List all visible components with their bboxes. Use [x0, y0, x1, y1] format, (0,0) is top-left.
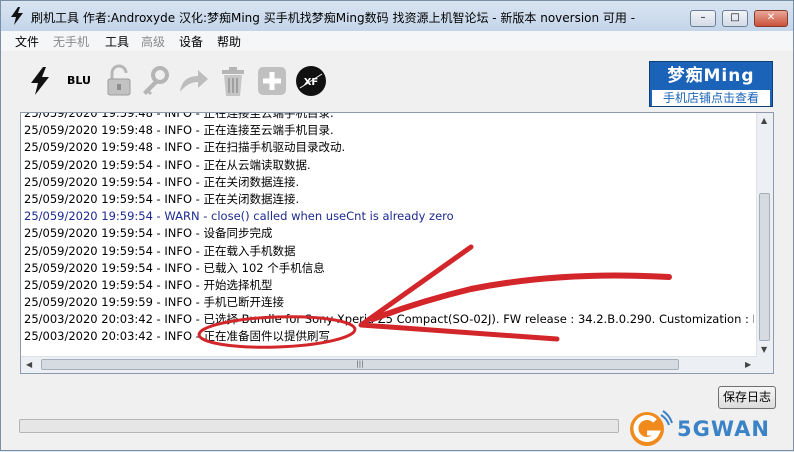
unlock-icon: [107, 64, 131, 96]
log-line: 25/003/2020 20:03:42 - INFO - 正在准备固件以提供刷…: [24, 329, 330, 344]
minimize-icon: –: [700, 12, 706, 23]
svg-text:XF: XF: [304, 77, 319, 88]
close-button[interactable]: ✕: [754, 10, 788, 27]
log-line: 25/059/2020 19:59:54 - INFO - 设备同步完成: [24, 226, 273, 241]
log-line: 25/059/2020 19:59:54 - INFO - 开始选择机型: [24, 277, 273, 292]
xperia-button[interactable]: XF: [294, 64, 328, 98]
flash-icon: [31, 67, 49, 95]
menu-bar: 文件 无手机 工具 高级 设备 帮助: [1, 31, 793, 51]
horizontal-scrollbar[interactable]: ◀ ||| ▶: [21, 356, 757, 373]
save-log-button[interactable]: 保存日志: [718, 386, 776, 409]
blu-button[interactable]: BLU: [67, 74, 91, 87]
vertical-scrollbar[interactable]: ▲ ▼: [756, 113, 773, 357]
menu-no-device[interactable]: 无手机: [53, 33, 89, 50]
xperia-icon: XF: [296, 66, 326, 96]
log-list: 25/059/2020 19:59:48 - INFO - 正在连接至云端手机目…: [24, 112, 754, 346]
log-line: 25/059/2020 19:59:59 - INFO - 手机已断开连接: [24, 295, 284, 310]
watermark-text: 5GWAN: [677, 417, 770, 441]
site-watermark: 5GWAN: [625, 409, 794, 449]
progress-bar: [19, 419, 619, 433]
log-line: 25/003/2020 20:03:42 - INFO - 已选择 Bundle…: [24, 312, 754, 327]
redo-button[interactable]: [176, 64, 210, 98]
menu-file[interactable]: 文件: [15, 33, 39, 50]
scroll-left-icon[interactable]: ◀: [26, 360, 32, 369]
scroll-corner: [757, 357, 773, 373]
log-panel[interactable]: 25/059/2020 19:59:48 - INFO - 正在连接至云端手机目…: [20, 112, 774, 374]
watermark-logo-icon: [630, 410, 673, 446]
log-line: 25/059/2020 19:59:54 - INFO - 正在关闭数据连接.: [24, 191, 300, 206]
scroll-right-icon[interactable]: ▶: [745, 360, 751, 369]
log-line: 25/059/2020 19:59:48 - INFO - 正在连接至云端手机目…: [24, 123, 334, 138]
menu-help[interactable]: 帮助: [217, 33, 241, 50]
maximize-button[interactable]: □: [722, 10, 748, 27]
minimize-button[interactable]: –: [690, 10, 716, 27]
log-line: 25/059/2020 19:59:54 - INFO - 正在从云端读取数据.: [24, 157, 311, 172]
shop-banner[interactable]: 梦痴Ming 手机店铺点击查看: [649, 61, 773, 107]
menu-tools[interactable]: 工具: [105, 33, 129, 50]
trash-icon: [222, 67, 244, 96]
log-line: 25/059/2020 19:59:48 - INFO - 正在扫描手机驱动目录…: [24, 140, 346, 155]
unlock-button[interactable]: [102, 64, 136, 98]
close-icon: ✕: [766, 12, 776, 23]
maximize-icon: □: [730, 12, 740, 23]
trash-button[interactable]: [216, 64, 250, 98]
lightning-icon: [11, 7, 23, 25]
banner-title: 梦痴Ming: [667, 66, 755, 86]
key-button[interactable]: [138, 64, 172, 98]
title-bar[interactable]: 刷机工具 作者:Androxyde 汉化:梦痴Ming 买手机找梦痴Ming数码…: [1, 1, 793, 32]
menu-advanced[interactable]: 高级: [141, 33, 165, 50]
vertical-scroll-thumb[interactable]: [759, 193, 770, 341]
flash-button[interactable]: [23, 64, 57, 98]
window-title: 刷机工具 作者:Androxyde 汉化:梦痴Ming 买手机找梦痴Ming数码…: [31, 11, 636, 25]
log-line: 25/059/2020 19:59:54 - INFO - 正在载入手机数据: [24, 243, 296, 258]
redo-icon: [180, 70, 208, 92]
log-line: 25/059/2020 19:59:48 - INFO - 正在连接至云端手机目…: [24, 112, 334, 120]
log-line: 25/059/2020 19:59:54 - INFO - 正在关闭数据连接.: [24, 174, 300, 189]
plus-icon: [258, 67, 286, 95]
log-line: 25/059/2020 19:59:54 - INFO - 已载入 102 个手…: [24, 260, 325, 275]
scroll-down-icon[interactable]: ▼: [761, 345, 767, 354]
add-button[interactable]: [255, 64, 289, 98]
menu-device[interactable]: 设备: [179, 33, 203, 50]
log-line: 25/059/2020 19:59:54 - WARN - close() ca…: [24, 209, 454, 224]
scroll-up-icon[interactable]: ▲: [761, 116, 767, 125]
banner-subtitle: 手机店铺点击查看: [652, 90, 770, 106]
horizontal-scroll-thumb[interactable]: |||: [41, 359, 679, 370]
app-window: 刷机工具 作者:Androxyde 汉化:梦痴Ming 买手机找梦痴Ming数码…: [0, 0, 794, 451]
key-icon: [143, 66, 169, 95]
